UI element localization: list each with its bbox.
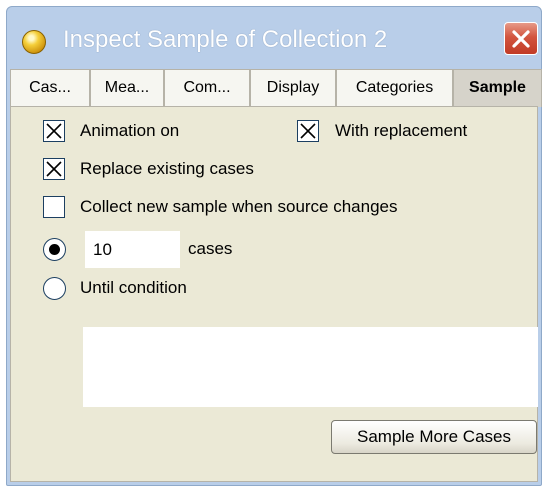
window-title: Inspect Sample of Collection 2 [63, 26, 388, 53]
tab-measures[interactable]: Mea... [90, 69, 164, 107]
until-condition-label: Until condition [80, 278, 187, 297]
tab-display[interactable]: Display [250, 69, 336, 107]
until-condition-radio[interactable] [43, 277, 66, 300]
animation-checkbox[interactable] [43, 120, 65, 142]
tab-sample[interactable]: Sample [453, 69, 542, 107]
sample-more-cases-button[interactable]: Sample More Cases [331, 420, 537, 454]
cases-radio[interactable] [43, 238, 66, 261]
tab-categories[interactable]: Categories [336, 69, 453, 107]
tab-cases[interactable]: Cas... [10, 69, 90, 107]
collect-sample-checkbox[interactable] [43, 196, 65, 218]
yellow-orb-icon [22, 30, 46, 54]
collect-sample-label: Collect new sample when source changes [80, 197, 398, 216]
tab-comments[interactable]: Com... [164, 69, 250, 107]
radio-selected-dot [49, 244, 60, 255]
title-bar[interactable]: Inspect Sample of Collection 2 [7, 7, 541, 65]
replace-cases-checkbox[interactable] [43, 158, 65, 180]
checked-x-icon [46, 161, 62, 177]
replacement-checkbox[interactable] [297, 120, 319, 142]
animation-label: Animation on [80, 121, 180, 140]
close-button[interactable] [504, 22, 538, 55]
close-icon [512, 30, 530, 48]
checked-x-icon [46, 123, 62, 139]
replacement-label: With replacement [335, 121, 468, 140]
inspect-sample-window: Inspect Sample of Collection 2 Cas... Me… [6, 6, 542, 486]
replace-cases-label: Replace existing cases [80, 159, 254, 178]
sample-panel: Animation on With replacement Replace ex… [10, 106, 538, 482]
condition-formula-field[interactable] [83, 327, 538, 407]
cases-label: cases [188, 239, 233, 258]
checked-x-icon [300, 123, 316, 139]
cases-count-input[interactable] [85, 231, 180, 268]
